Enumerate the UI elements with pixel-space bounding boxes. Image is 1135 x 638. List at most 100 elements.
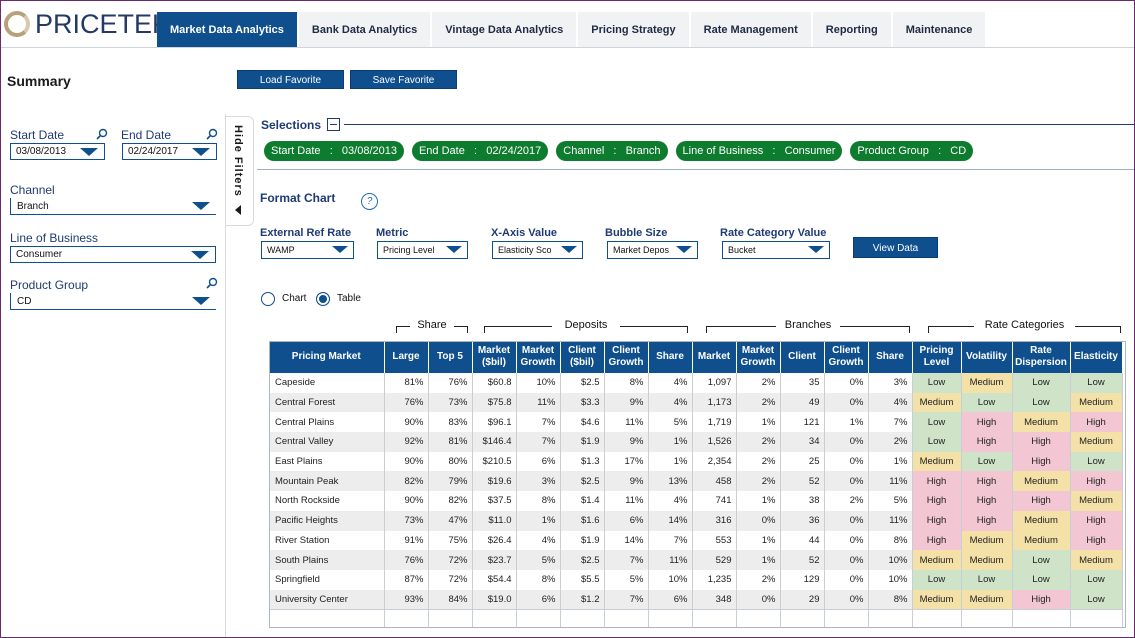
column-header[interactable]: Share [648,341,693,373]
table-row[interactable]: Springfield 87% 72% $54.4 8% $5.5 5% 10% 1,235 2%… [269,569,1123,590]
column-header[interactable]: Client Growth [824,341,869,373]
value-cell: 316 [692,510,737,531]
column-header[interactable]: Volatility [961,341,1013,373]
value-cell: 10% [516,373,561,393]
selection-pill[interactable]: Channel : Branch [556,141,668,161]
table-view-radio[interactable] [316,292,330,306]
value-cell: 0% [736,510,781,531]
table-row[interactable]: Central Valley 92% 81% $146.4 7% $1.9 9% 1% 1,52… [269,432,1123,452]
tab-pricing-strategy[interactable]: Pricing Strategy [578,12,689,47]
tab-bank-data-analytics[interactable]: Bank Data Analytics [298,12,431,47]
chart-view-radio[interactable] [261,292,275,306]
column-header[interactable]: Pricing Level [912,341,962,373]
chevron-down-icon [446,246,462,253]
external-ref-rate-dropdown[interactable]: WAMP [261,241,354,259]
lob-value: Consumer [16,249,63,260]
column-header[interactable]: Market [692,341,737,373]
table-view-label: Table [337,293,361,304]
save-favorite-button[interactable]: Save Favorite [350,70,457,89]
product-group-search-icon[interactable] [206,277,218,289]
value-cell: 90% [384,491,429,511]
column-header[interactable]: Pricing Market [269,341,385,373]
selection-pill[interactable]: Product Group : CD [850,141,974,161]
market-name-cell: University Center [269,589,385,610]
selection-pill[interactable]: End Date : 02/24/2017 [411,141,549,161]
start-date-search-icon[interactable] [96,128,108,140]
table-row[interactable]: Capeside 81% 76% $60.8 10% $2.5 8% 4% 1,097 2% 35 0… [269,373,1123,393]
value-cell: 458 [692,471,737,492]
end-date-dropdown[interactable]: 02/24/2017 [122,143,217,160]
column-header[interactable]: Elasticity [1070,341,1123,373]
column-header[interactable]: Top 5 [428,341,473,373]
pricetek-logo[interactable]: PRICE TEK [4,8,170,40]
empty-cell [516,608,561,629]
rate-category-cell: Low [1012,373,1071,393]
value-cell: 47% [428,510,473,531]
value-cell: 11% [648,550,693,570]
value-cell: 34 [780,432,825,452]
collapse-selections-icon[interactable] [327,118,340,131]
end-date-search-icon[interactable] [206,128,218,140]
rate-category-cell: High [912,471,962,492]
value-cell: 79% [428,471,473,492]
metric-dropdown[interactable]: Pricing Level [377,241,468,259]
selections-divider [344,124,1135,125]
tab-vintage-data-analytics[interactable]: Vintage Data Analytics [432,12,577,47]
value-cell: 1% [736,530,781,551]
table-row[interactable]: Central Plains 90% 83% $96.1 7% $4.6 11% 5% 1,71… [269,412,1123,433]
selection-pill[interactable]: Line of Business : Consumer [675,141,843,161]
table-row[interactable]: University Center 93% 84% $19.0 6% $1.2 7% 6% 34… [269,589,1123,610]
table-row[interactable]: Central Forest 76% 73% $75.8 11% $3.3 9% 4% 1,17… [269,392,1123,413]
tab-reporting[interactable]: Reporting [812,12,891,47]
table-row[interactable]: Pacific Heights 73% 47% $11.0 1% $1.6 6% 14% 316… [269,510,1123,531]
tab-market-data-analytics[interactable]: Market Data Analytics [157,12,297,47]
table-row[interactable]: Mountain Peak 82% 79% $19.6 3% $2.5 9% 13% 458 2%… [269,471,1123,492]
help-icon[interactable]: ? [361,193,378,210]
value-cell: 38 [780,491,825,511]
load-favorite-button[interactable]: Load Favorite [237,70,344,89]
table-row[interactable]: South Plains 76% 72% $23.7 5% $2.5 7% 11% 529 1% 5… [269,550,1123,570]
value-cell: $26.4 [472,530,517,551]
value-cell: $37.5 [472,491,517,511]
view-data-button[interactable]: View Data [853,237,938,258]
value-cell: 1,719 [692,412,737,433]
table-row[interactable]: River Station 91% 75% $26.4 4% $1.9 14% 7% 553 1%… [269,530,1123,551]
value-cell: 83% [428,412,473,433]
collapse-left-icon [235,205,241,215]
column-header[interactable]: Market Growth [736,341,781,373]
table-row[interactable]: East Plains 90% 80% $210.5 6% $1.3 17% 1% 2,354 2… [269,451,1123,472]
rate-category-value-dropdown[interactable]: Bucket [722,241,830,259]
empty-cell [428,608,473,629]
column-header[interactable]: Share [868,341,913,373]
tab-rate-management[interactable]: Rate Management [690,12,811,47]
value-cell: 8% [868,589,913,610]
lob-dropdown[interactable]: Consumer [10,246,216,263]
value-cell: 1% [868,451,913,472]
product-group-dropdown[interactable]: CD [10,293,216,310]
column-header[interactable]: Market ($bil) [472,341,517,373]
hide-filters-toggle[interactable]: Hide Filters [226,116,254,226]
value-cell: $11.0 [472,510,517,531]
rate-category-cell: High [1012,451,1071,472]
column-header[interactable]: Client Growth [604,341,649,373]
column-header[interactable]: Client [780,341,825,373]
bubble-size-dropdown[interactable]: Market Depos [607,241,698,259]
value-cell: 1% [824,412,869,433]
column-header[interactable]: Client ($bil) [560,341,605,373]
channel-dropdown[interactable]: Branch [10,198,216,215]
x-axis-value-dropdown[interactable]: Elasticity Sco [492,241,583,259]
column-header[interactable]: Large [384,341,429,373]
rate-category-cell: High [1070,510,1123,531]
selection-pill[interactable]: Start Date : 03/08/2013 [264,141,404,161]
column-header[interactable]: Market Growth [516,341,561,373]
table-row[interactable]: North Rockside 90% 82% $37.5 8% $1.4 11% 4% 741 1… [269,491,1123,511]
logo-text-price: PRICE [35,8,118,39]
column-header[interactable]: Rate Dispersion [1012,341,1071,373]
value-cell: 0% [736,589,781,610]
start-date-dropdown[interactable]: 03/08/2013 [10,143,105,160]
tab-maintenance[interactable]: Maintenance [892,12,986,47]
value-cell: 1% [648,432,693,452]
value-cell: $1.4 [560,491,605,511]
value-cell: 6% [516,589,561,610]
value-cell: $1.9 [560,432,605,452]
